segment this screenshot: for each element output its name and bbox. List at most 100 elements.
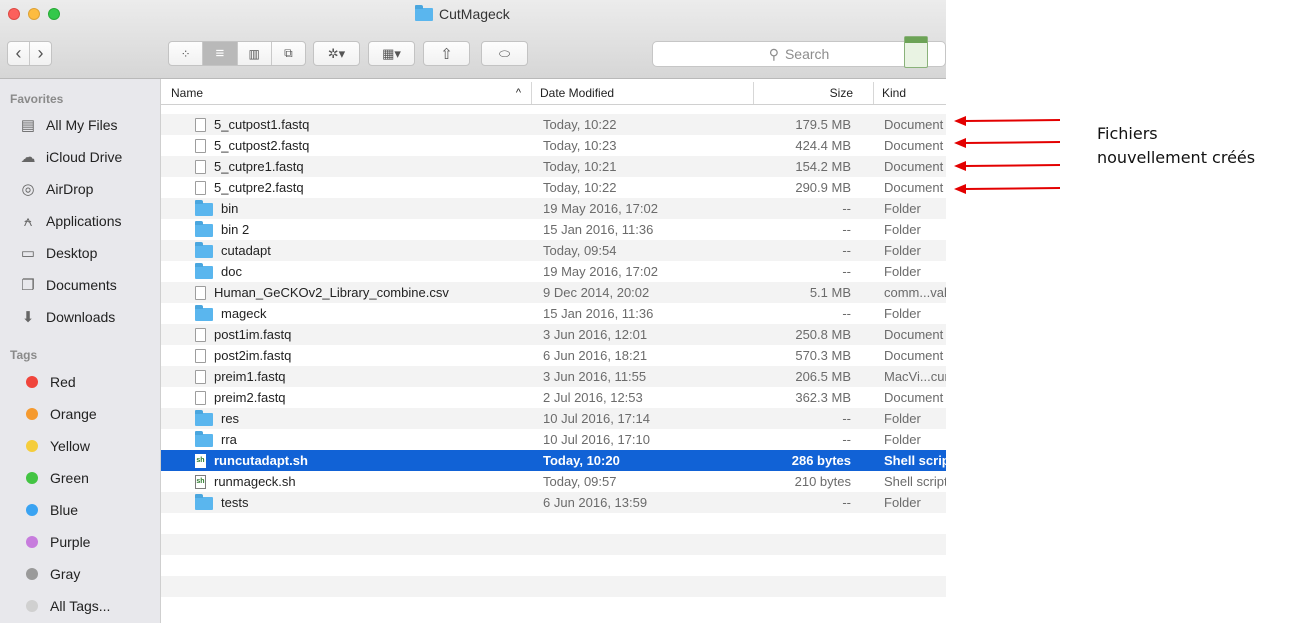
back-button[interactable]: ‹ [8,42,30,65]
sidebar-tag[interactable]: Orange [24,402,97,426]
file-kind: Document [884,138,944,153]
search-field[interactable]: ⚲ Search [652,41,946,67]
file-row[interactable]: sh runcutadapt.sh Today, 10:20 286 bytes She… [161,450,946,471]
sidebar: Favorites ▤ All My Files ☁ iCloud Drive ◎ Air… [0,79,161,623]
zoom-window-button[interactable] [48,8,60,20]
file-row[interactable]: bin 2 15 Jan 2016, 11:36 -- Folder [161,219,946,240]
date-modified: Today, 10:20 [543,453,620,468]
file-name-cell: 5_cutpre1.fastq [195,159,535,174]
name-column-header[interactable]: Name ^ [161,82,531,104]
forward-button[interactable]: › [30,42,51,65]
file-row[interactable]: res 10 Jul 2016, 17:14 -- Folder [161,408,946,429]
sidebar-item[interactable]: ◎ AirDrop [20,177,93,201]
file-row[interactable]: rra 10 Jul 2016, 17:10 -- Folder [161,429,946,450]
file-name: bin [221,201,239,216]
empty-row [161,597,946,618]
file-name: Human_GeCKOv2_Library_combine.csv [214,285,449,300]
folder-icon [195,221,213,237]
sidebar-item-label: All My Files [46,117,118,133]
file-kind: Shell script [884,453,946,468]
sidebar-item[interactable]: ▤ All My Files [20,113,118,137]
file-size: -- [842,306,851,321]
file-size: 362.3 MB [795,390,851,405]
folder-icon [195,263,213,279]
empty-row [161,534,946,555]
sidebar-tag[interactable]: Purple [24,530,90,554]
date-modified: Today, 10:22 [543,117,617,132]
sidebar-item[interactable]: ▭ Desktop [20,241,97,265]
file-row[interactable]: post2im.fastq 6 Jun 2016, 18:21 570.3 MB Do… [161,345,946,366]
edit-tags-button[interactable]: ⬭ [481,41,528,66]
view-mode-control: ⁘ ≡ ▥ ⧉ [168,41,306,66]
file-row[interactable]: doc 19 May 2016, 17:02 -- Folder [161,261,946,282]
sidebar-tag[interactable]: All Tags... [24,594,110,618]
file-name: post2im.fastq [214,348,292,363]
date-modified: 19 May 2016, 17:02 [543,264,658,279]
sidebar-tag-label: Green [50,470,89,486]
sidebar-tag[interactable]: Blue [24,498,78,522]
file-row[interactable]: 5_cutpost1.fastq Today, 10:22 179.5 MB Docu… [161,114,946,135]
file-row[interactable]: preim1.fastq 3 Jun 2016, 11:55 206.5 MB Mac… [161,366,946,387]
sidebar-tag[interactable]: Red [24,370,76,394]
date-modified: 3 Jun 2016, 11:55 [543,369,647,384]
file-row[interactable]: bin 19 May 2016, 17:02 -- Folder [161,198,946,219]
document-icon [195,285,206,300]
arrange-menu-button[interactable]: ▦▾ [368,41,415,66]
folder-icon [195,305,213,321]
file-row[interactable]: 5_cutpre2.fastq Today, 10:22 290.9 MB Docum… [161,177,946,198]
file-row[interactable]: mageck 15 Jan 2016, 11:36 -- Folder [161,303,946,324]
file-kind: Document [884,327,944,342]
file-row[interactable]: 5_cutpre1.fastq Today, 10:21 154.2 MB Docum… [161,156,946,177]
action-menu-button[interactable]: ✲▾ [313,41,360,66]
file-row[interactable]: 5_cutpost2.fastq Today, 10:23 424.4 MB Docu… [161,135,946,156]
file-row[interactable]: post1im.fastq 3 Jun 2016, 12:01 250.8 MB Do… [161,324,946,345]
minimize-window-button[interactable] [28,8,40,20]
file-size: -- [842,495,851,510]
annotation-arrows [954,116,1061,194]
file-row[interactable]: tests 6 Jun 2016, 13:59 -- Folder [161,492,946,513]
date-modified: 9 Dec 2014, 20:02 [543,285,650,300]
list-view-button[interactable]: ≡ [203,42,238,65]
sidebar-tag-label: Red [50,374,76,390]
date-modified: 15 Jan 2016, 11:36 [543,306,654,321]
file-name-cell: post1im.fastq [195,327,535,342]
size-column-header[interactable]: Size [753,82,873,104]
sidebar-tag[interactable]: Yellow [24,434,90,458]
annotation-arrow [963,141,1061,144]
sidebar-tag[interactable]: Gray [24,562,80,586]
cover-flow-button[interactable]: ⧉ [272,42,305,65]
sidebar-tag-label: Yellow [50,438,90,454]
sidebar-item-label: iCloud Drive [46,149,123,165]
date-column-header[interactable]: Date Modified [531,82,753,104]
sidebar-item[interactable]: ⬇ Downloads [20,305,116,329]
sidebar-tag[interactable]: Green [24,466,89,490]
spreadsheet-app-icon[interactable] [904,36,928,68]
file-name-cell: Human_GeCKOv2_Library_combine.csv [195,285,535,300]
file-row[interactable]: preim2.fastq 2 Jul 2016, 12:53 362.3 MB Doc… [161,387,946,408]
document-icon [195,159,206,174]
sidebar-item[interactable]: ⍲ Applications [20,209,121,233]
file-name: rra [221,432,237,447]
file-row[interactable]: cutadapt Today, 09:54 -- Folder [161,240,946,261]
folder-icon [195,410,213,426]
file-row[interactable]: Human_GeCKOv2_Library_combine.csv 9 Dec 2… [161,282,946,303]
file-name-cell: mageck [195,305,535,321]
file-size: -- [842,264,851,279]
date-modified: Today, 10:22 [543,180,617,195]
column-view-button[interactable]: ▥ [238,42,272,65]
file-kind: MacVi...cument [884,369,946,384]
sidebar-item[interactable]: ☁ iCloud Drive [20,145,123,169]
sidebar-item[interactable]: ❐ Documents [20,273,117,297]
file-row[interactable]: sh runmageck.sh Today, 09:57 210 bytes Shell… [161,471,946,492]
kind-column-header[interactable]: Kind [873,82,946,104]
file-name-cell: 5_cutpost1.fastq [195,117,535,132]
document-icon [195,327,206,342]
icon-view-button[interactable]: ⁘ [169,42,204,65]
date-modified: 3 Jun 2016, 12:01 [543,327,648,342]
file-kind: Shell script [884,474,946,489]
nav-buttons: ‹ › [7,41,52,66]
share-button[interactable]: ⇧ [423,41,470,66]
close-window-button[interactable] [8,8,20,20]
sidebar-tag-label: Gray [50,566,81,582]
annotation-arrowhead [954,161,966,171]
